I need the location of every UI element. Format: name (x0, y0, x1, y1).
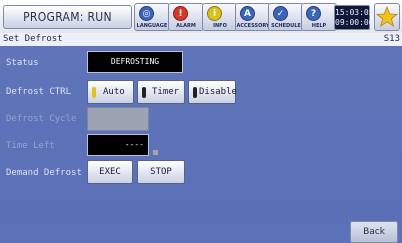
accessory-icon: A (240, 6, 255, 21)
favorite-button[interactable] (374, 3, 400, 31)
alarm-button[interactable]: ! ALARM (168, 3, 204, 31)
schedule-button[interactable]: ✓ SCHEDULE (268, 3, 304, 31)
star-icon (375, 5, 399, 27)
info-icon: i (207, 6, 222, 21)
defrost-cycle-field (87, 107, 149, 131)
demand-defrost-label: Demand Defrost (6, 168, 82, 178)
footer-bar (0, 224, 402, 243)
clock-date: 09:00:00 (335, 18, 374, 27)
back-button[interactable]: Back (350, 221, 398, 243)
time-left-indicator (152, 149, 159, 156)
time-left-display: ---- (87, 134, 149, 156)
clock-display: 15:03:05 09:00:00 (334, 5, 374, 30)
defrost-screen: PROGRAM: RUN ◎ LANGUAGE ! ALARM i INFO A… (0, 0, 402, 243)
exec-button[interactable]: EXEC (87, 160, 133, 184)
globe-icon: ◎ (139, 6, 154, 21)
stop-button[interactable]: STOP (137, 160, 185, 184)
clock-time: 15:03:05 (335, 8, 374, 17)
page-title: Set Defrost (3, 34, 63, 44)
alarm-icon: ! (173, 6, 188, 21)
time-left-label: Time Left (6, 141, 55, 151)
schedule-icon: ✓ (273, 6, 288, 21)
title-bar: Set Defrost S13 (0, 33, 402, 46)
language-button[interactable]: ◎ LANGUAGE (134, 3, 170, 31)
main-content: Status DEFROSTING Defrost CTRL Auto Time… (0, 46, 402, 224)
mode-auto-button[interactable]: Auto (87, 80, 134, 104)
mode-timer-button[interactable]: Timer (137, 80, 185, 104)
led-indicator (92, 87, 96, 98)
help-button[interactable]: ? HELP (301, 3, 337, 31)
led-indicator (142, 87, 146, 98)
defrost-ctrl-label: Defrost CTRL (6, 87, 72, 97)
top-bar: PROGRAM: RUN ◎ LANGUAGE ! ALARM i INFO A… (0, 0, 402, 33)
program-status: PROGRAM: RUN (3, 5, 132, 29)
info-button[interactable]: i INFO (202, 3, 238, 31)
defrost-cycle-label: Defrost Cycle (6, 114, 77, 124)
status-display: DEFROSTING (87, 51, 183, 73)
help-icon: ? (306, 6, 321, 21)
screen-code: S13 (383, 34, 400, 44)
accessory-button[interactable]: A ACCESSORY (235, 3, 271, 31)
mode-disable-button[interactable]: Disable (188, 80, 237, 104)
status-label: Status (6, 58, 39, 68)
led-indicator (193, 87, 197, 98)
